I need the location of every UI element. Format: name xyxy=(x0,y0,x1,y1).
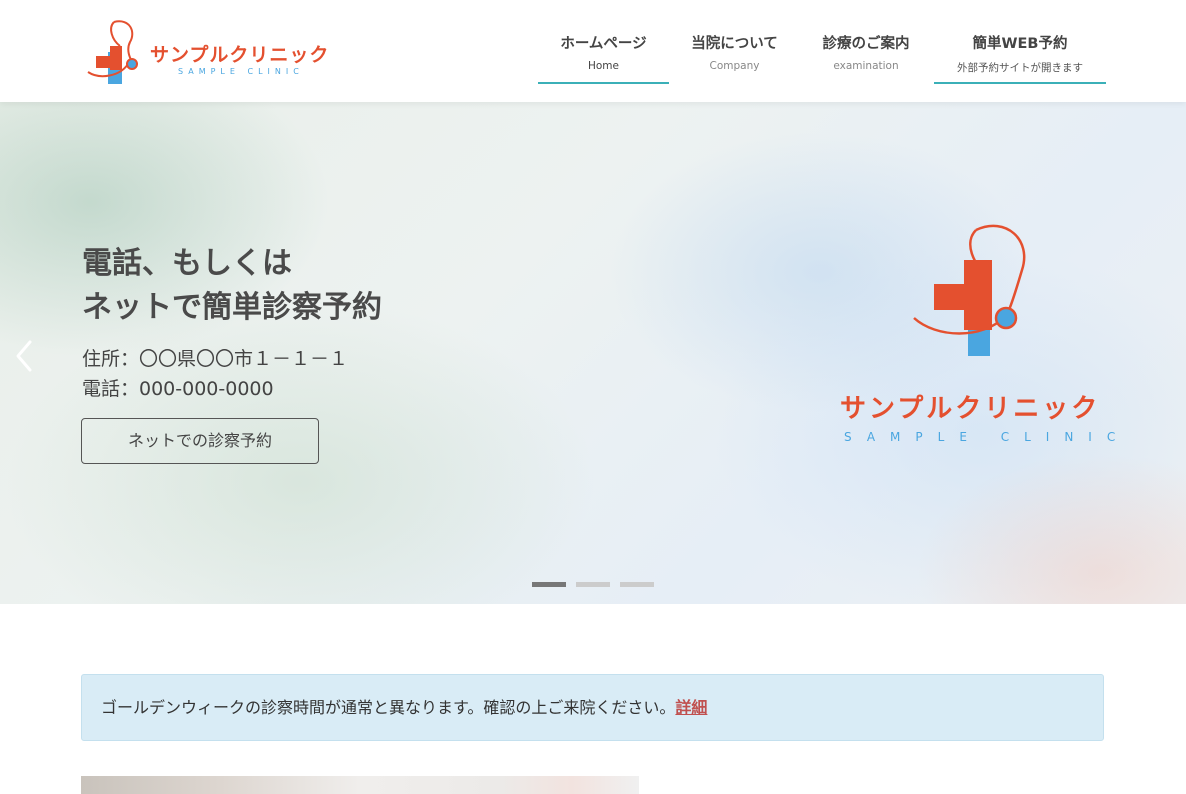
hero-logo-subtitle: SAMPLE CLINIC xyxy=(844,430,1131,444)
hero-logo-name: サンプルクリニック xyxy=(840,394,1101,424)
carousel-indicator[interactable] xyxy=(576,582,610,587)
online-reservation-button[interactable]: ネットでの診察予約 xyxy=(81,418,319,464)
chevron-left-icon[interactable] xyxy=(12,336,36,376)
hero-title-line: 電話、もしくは xyxy=(82,246,292,281)
logo-name: サンプルクリニック xyxy=(150,44,330,66)
nav-item-label: 診療のご案内 xyxy=(822,36,910,52)
nav-item-company[interactable]: 当院について Company xyxy=(669,28,800,84)
nav-item-home[interactable]: ホームページ Home xyxy=(538,28,669,84)
nav-item-label: 当院について xyxy=(691,36,778,52)
nav-item-sublabel: 外部予約サイトが開きます xyxy=(957,62,1083,74)
nav-item-sublabel: Company xyxy=(709,60,760,72)
carousel-indicators xyxy=(532,582,654,587)
medical-cross-stethoscope-icon xyxy=(87,20,138,84)
notice-alert: ゴールデンウィークの診察時間が通常と異なります。確認の上ご来院ください。詳細 xyxy=(81,674,1104,741)
nav-item-label: 簡単WEB予約 xyxy=(972,36,1068,52)
site-logo[interactable]: サンプルクリニック SAMPLE CLINIC xyxy=(86,18,336,86)
nav-item-web-reservation[interactable]: 簡単WEB予約 外部予約サイトが開きます xyxy=(934,28,1106,84)
carousel-indicator[interactable] xyxy=(620,582,654,587)
carousel-indicator[interactable] xyxy=(532,582,566,587)
hero-logo: サンプルクリニック SAMPLE CLINIC xyxy=(836,220,1116,450)
medical-cross-stethoscope-icon xyxy=(913,224,1026,356)
nav-item-label: ホームページ xyxy=(560,36,647,52)
hero-title-line: ネットで簡単診察予約 xyxy=(82,290,382,325)
content-photo xyxy=(81,776,639,794)
notice-details-link[interactable]: 詳細 xyxy=(675,698,707,717)
hero-phone: 電話：000-000-0000 xyxy=(82,378,274,400)
nav-item-sublabel: Home xyxy=(587,60,619,72)
notice-text: ゴールデンウィークの診察時間が通常と異なります。確認の上ご来院ください。 xyxy=(101,698,676,717)
hero-title: 電話、もしくは ネットで簡単診察予約 xyxy=(82,242,382,330)
hero-contact-info: 住所：〇〇県〇〇市１－１－１ 電話：000-000-0000 xyxy=(82,344,348,404)
nav-item-examination[interactable]: 診療のご案内 examination xyxy=(800,28,932,84)
hero-carousel: 電話、もしくは ネットで簡単診察予約 住所：〇〇県〇〇市１－１－１ 電話：000… xyxy=(0,102,1186,604)
hero-address: 住所：〇〇県〇〇市１－１－１ xyxy=(82,348,349,370)
logo-subtitle: SAMPLE CLINIC xyxy=(178,67,304,76)
main-nav: ホームページ Home 当院について Company 診療のご案内 examin… xyxy=(538,28,1106,86)
site-header: サンプルクリニック SAMPLE CLINIC ホームページ Home 当院につ… xyxy=(0,0,1186,102)
nav-item-sublabel: examination xyxy=(833,60,899,72)
